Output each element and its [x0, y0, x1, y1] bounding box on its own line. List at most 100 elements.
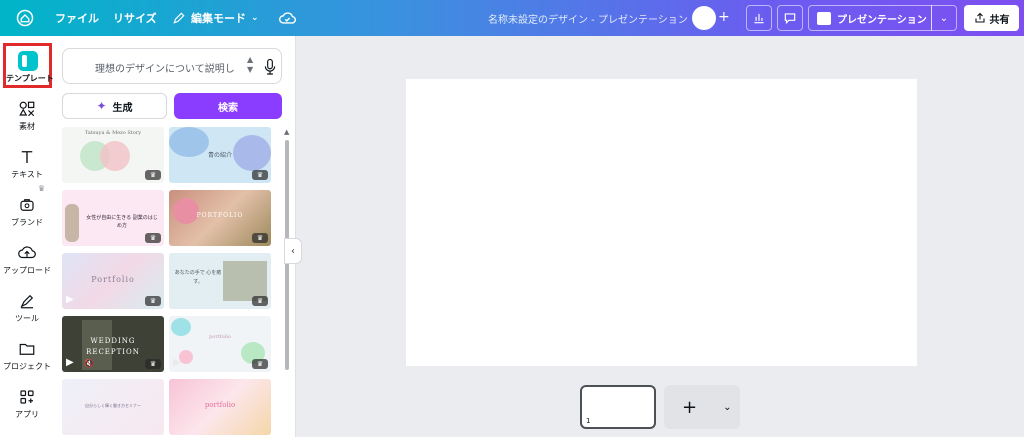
muted-icon: 🔇: [84, 359, 94, 368]
play-icon: ▶: [66, 294, 74, 305]
template-title: 青の紹介: [207, 152, 232, 159]
comment-button[interactable]: [777, 5, 803, 31]
rail-item-text[interactable]: テキスト: [0, 148, 54, 180]
cloud-sync-icon[interactable]: [279, 10, 296, 26]
prompt-placeholder: 理想のデザインについて説明し: [95, 64, 235, 75]
crown-icon: ♛: [145, 296, 161, 306]
search-button[interactable]: 検索: [174, 93, 282, 119]
comment-icon: [784, 13, 796, 25]
chevron-left-icon: ‹: [291, 245, 295, 257]
rail-item-label: テキスト: [11, 170, 43, 179]
generate-label: 生成: [112, 102, 133, 114]
template-title: portfolio: [204, 401, 236, 409]
rail-item-label: ツール: [15, 314, 39, 323]
panel-scrollbar[interactable]: ▲: [284, 128, 290, 437]
pencil-icon: [173, 12, 185, 24]
avatar[interactable]: [692, 6, 716, 30]
left-rail: テンプレート 素材 テキスト ♛ ブランド アップロード ツール プロジェクト …: [0, 36, 54, 437]
folder-icon: [19, 343, 35, 355]
template-thumbnail[interactable]: 青の紹介 ♛: [169, 127, 271, 183]
expand-stepper-icon[interactable]: ▲ ▼: [247, 55, 253, 75]
collapse-panel-button[interactable]: ‹: [284, 238, 302, 264]
home-icon[interactable]: [16, 9, 34, 27]
design-page[interactable]: [406, 79, 917, 366]
template-thumbnail[interactable]: portfolio: [169, 379, 271, 435]
share-button[interactable]: 共有: [964, 5, 1019, 31]
template-thumbnail[interactable]: PORTFOLIO ♛: [169, 190, 271, 246]
template-thumbnail[interactable]: Portfolio ▶ ♛: [62, 253, 164, 309]
crown-icon: ♛: [145, 233, 161, 243]
insights-button[interactable]: [746, 5, 772, 31]
chevron-down-icon[interactable]: ⌄: [723, 402, 731, 413]
rail-item-brand[interactable]: ♛ ブランド: [0, 184, 54, 228]
crown-icon: ♛: [252, 296, 268, 306]
present-button[interactable]: プレゼンテーション: [808, 5, 932, 31]
crown-icon: ♛: [252, 359, 268, 369]
rail-item-upload[interactable]: アップロード: [0, 244, 54, 276]
rail-item-template[interactable]: テンプレート: [3, 43, 54, 88]
rail-item-elements[interactable]: 素材: [0, 100, 54, 132]
rail-item-apps[interactable]: アプリ: [0, 388, 54, 420]
play-icon: ▶: [173, 357, 181, 368]
template-title: WEDDING RECEPTION: [86, 337, 140, 356]
plus-icon: +: [682, 396, 698, 418]
present-options-button[interactable]: ⌄: [931, 5, 957, 31]
template-grid: Tatsuya & Mezo Story ♛ 青の紹介 ♛ 女性が自由に生きる …: [62, 127, 272, 437]
rail-item-label: アップロード: [3, 266, 51, 275]
document-title[interactable]: 名称未設定のデザイン - プレゼンテーション: [488, 11, 688, 26]
template-icon: [17, 51, 38, 71]
template-title: portfolio: [209, 334, 231, 340]
resize-menu[interactable]: リサイズ: [113, 10, 157, 26]
top-bar: ファイル リサイズ 編集モード ⌄ 名称未設定のデザイン - プレゼンテーション…: [0, 0, 1024, 36]
crown-icon: ♛: [145, 359, 161, 369]
sparkle-icon: ✦: [96, 99, 107, 113]
template-thumbnail[interactable]: Tatsuya & Mezo Story ♛: [62, 127, 164, 183]
page-number: 1: [586, 417, 591, 425]
template-title: PORTFOLIO: [196, 212, 244, 219]
tools-icon: [20, 294, 34, 309]
rail-item-tools[interactable]: ツール: [0, 292, 54, 324]
share-label: 共有: [989, 14, 1010, 26]
crown-icon: ♛: [252, 233, 268, 243]
rail-item-projects[interactable]: プロジェクト: [0, 340, 54, 372]
rail-item-label: テンプレート: [6, 74, 54, 83]
design-prompt-input[interactable]: 理想のデザインについて説明し ▲ ▼: [62, 48, 282, 84]
edit-mode-label: 編集モード: [191, 12, 246, 25]
template-title: Tatsuya & Mezo Story: [84, 130, 142, 136]
add-page-button[interactable]: + ⌄: [664, 385, 740, 429]
generate-button[interactable]: ✦ 生成: [62, 93, 167, 119]
edit-mode-menu[interactable]: 編集モード ⌄: [172, 10, 259, 26]
share-icon: [974, 12, 985, 23]
template-thumbnail[interactable]: 女性が自由に生きる 副業のはじめ方 ♛: [62, 190, 164, 246]
microphone-icon[interactable]: [263, 58, 277, 76]
template-title: Portfolio: [91, 275, 135, 284]
template-thumbnail[interactable]: portfolio ▶ ♛: [169, 316, 271, 372]
file-menu[interactable]: ファイル: [55, 10, 99, 26]
play-icon: ▶: [66, 357, 74, 368]
upload-icon: [18, 246, 36, 259]
rail-item-label: プロジェクト: [3, 362, 51, 371]
crown-icon: ♛: [252, 170, 268, 180]
apps-icon: [20, 390, 34, 404]
present-icon: [817, 11, 831, 25]
crown-icon: ♛: [145, 170, 161, 180]
page-thumbnail[interactable]: 1: [580, 385, 656, 429]
template-thumbnail[interactable]: WEDDING RECEPTION ▶ 🔇 ♛: [62, 316, 164, 372]
template-panel: 理想のデザインについて説明し ▲ ▼ ✦ 生成 検索 Tatsuya & Mezo…: [54, 36, 296, 437]
scroll-up-icon[interactable]: ▲: [284, 128, 289, 136]
brand-icon: [20, 199, 34, 211]
chevron-down-icon: ⌄: [251, 13, 259, 23]
template-title: 女性が自由に生きる 副業のはじめ方: [86, 215, 158, 229]
rail-item-label: 素材: [19, 122, 35, 131]
add-collaborator-icon[interactable]: +: [718, 10, 730, 24]
text-icon: [21, 151, 33, 163]
search-label: 検索: [218, 102, 238, 114]
template-thumbnail[interactable]: あなたの手で 心を癒す。 ♛: [169, 253, 271, 309]
template-title: あなたの手で 心を癒す。: [174, 270, 222, 285]
chevron-down-icon: ⌄: [939, 12, 949, 24]
elements-icon: [19, 101, 35, 117]
bar-chart-icon: [754, 13, 764, 24]
template-thumbnail[interactable]: 自分らしく輝く働き方セミナー: [62, 379, 164, 435]
crown-icon: ♛: [38, 184, 46, 193]
rail-item-label: ブランド: [11, 218, 43, 227]
